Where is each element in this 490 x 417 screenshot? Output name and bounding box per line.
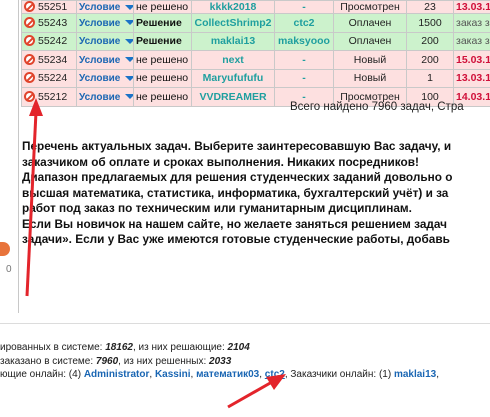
intro-line: работ под заказ по техническим или гуман…	[22, 201, 412, 215]
stats-registered: ированных в системе: 18162, из них решаю…	[0, 342, 250, 353]
client-link[interactable]: kkkk2018	[191, 0, 275, 14]
intro-line: Если Вы новичок на нашем сайте, но желае…	[22, 216, 448, 231]
task-id-label: 55251	[38, 1, 68, 13]
tasks-table: 55251 Условие не решено kkkk2018- Просмотрен…	[21, 0, 490, 107]
task-date: заказ зак	[453, 31, 490, 51]
intro-text: Перечень актуальных задач. Выберите заин…	[22, 139, 490, 248]
task-price: 1500	[406, 13, 454, 33]
task-status: Решение	[133, 13, 192, 33]
intro-line: Перечень актуальных задач. Выберите заин…	[22, 139, 452, 153]
task-status: не решено	[133, 0, 192, 14]
condition-link[interactable]: Условие	[76, 0, 134, 14]
delete-icon[interactable]	[24, 1, 35, 12]
task-status: Решение	[133, 31, 192, 51]
intro-line: Диапазон предлагаемых для решения студен…	[22, 170, 453, 184]
condition-label[interactable]: Условие	[79, 55, 120, 66]
solver-link[interactable]: -	[274, 0, 334, 14]
task-id-label: 55224	[38, 72, 68, 85]
task-state: Новый	[333, 68, 407, 88]
task-id: 55212	[21, 87, 77, 107]
delete-icon[interactable]	[24, 53, 35, 65]
condition-label[interactable]: Условие	[79, 36, 120, 47]
condition-link[interactable]: Условие	[76, 13, 134, 33]
task-id: 55242	[21, 31, 77, 51]
task-row[interactable]: 55243 Условие Решение CollectShrimp2 ctc2 Опл…	[21, 13, 490, 33]
side-widget-icon[interactable]	[0, 242, 10, 256]
task-id: 55243	[21, 13, 77, 33]
solver-link[interactable]: maksyooo	[274, 31, 334, 51]
online-customer-link[interactable]: maklai13	[394, 369, 436, 380]
task-date: 15.03.17	[453, 50, 490, 70]
intro-line: высшая математика, статистика, информати…	[22, 185, 449, 200]
stats-ordered: заказано в системе: 7960, из них решенны…	[0, 355, 232, 367]
stats-online: ющие онлайн: (4) Administrator, Kassini,…	[0, 369, 439, 380]
chevron-down-icon[interactable]	[125, 38, 133, 44]
chevron-down-icon[interactable]	[125, 94, 133, 100]
delete-icon[interactable]	[24, 16, 35, 28]
solver-link[interactable]: -	[274, 68, 334, 88]
chevron-down-icon[interactable]	[125, 4, 133, 10]
task-status: не решено	[133, 50, 192, 70]
divider	[0, 323, 490, 324]
online-solver-link[interactable]: математик03	[196, 369, 259, 380]
online-solver-link[interactable]: ctc2	[265, 369, 285, 380]
side-counter: 0	[6, 264, 12, 275]
task-state: Оплачен	[333, 31, 407, 51]
task-row[interactable]: 55224 Условие не решено Maryufufufu - Новый 1 1…	[21, 68, 490, 88]
task-id-label: 55212	[38, 90, 68, 103]
chevron-down-icon[interactable]	[125, 75, 133, 81]
task-status: не решено	[133, 87, 192, 107]
task-price: 200	[406, 31, 454, 51]
solver-link[interactable]: -	[274, 50, 334, 70]
task-state: Оплачен	[333, 13, 407, 33]
task-row[interactable]: 55242 Условие Решение maklai13 maksyooo Оплач…	[21, 31, 490, 51]
delete-icon[interactable]	[24, 72, 35, 84]
task-price: 23	[406, 0, 454, 14]
condition-label[interactable]: Условие	[79, 92, 120, 103]
task-status: не решено	[133, 68, 192, 88]
condition-link[interactable]: Условие	[76, 68, 134, 88]
task-id: 55251	[21, 0, 77, 14]
condition-label[interactable]: Условие	[79, 73, 120, 84]
client-link[interactable]: next	[191, 50, 275, 70]
task-price: 1	[406, 68, 454, 88]
task-id: 55234	[21, 50, 77, 70]
task-row[interactable]: 55251 Условие не решено kkkk2018- Просмотрен…	[21, 0, 490, 14]
online-solver-link[interactable]: Administrator	[84, 369, 150, 380]
task-state: Новый	[333, 50, 407, 70]
condition-label[interactable]: Условие	[79, 2, 120, 13]
site-stats: ированных в системе: 18162, из них решаю…	[0, 341, 439, 382]
task-date: заказ зак	[453, 13, 490, 33]
condition-label[interactable]: Условие	[79, 18, 120, 29]
delete-icon[interactable]	[24, 35, 35, 47]
task-id-label: 55234	[38, 53, 68, 66]
solver-link[interactable]: ctc2	[274, 13, 334, 33]
chevron-down-icon[interactable]	[125, 57, 133, 63]
total-found-text: Всего найдено 7960 задач, Стра	[290, 101, 464, 113]
delete-icon[interactable]	[24, 90, 35, 102]
online-solver-link[interactable]: Kassini	[155, 369, 191, 380]
chevron-down-icon[interactable]	[125, 20, 133, 26]
client-link[interactable]: VVDREAMER	[191, 87, 275, 107]
task-price: 200	[406, 50, 454, 70]
intro-line: заказчиком об оплате и сроках выполнения…	[22, 154, 419, 169]
condition-link[interactable]: Условие	[76, 50, 134, 70]
condition-link[interactable]: Условие	[76, 87, 134, 107]
condition-link[interactable]: Условие	[76, 31, 134, 51]
client-link[interactable]: maklai13	[191, 31, 275, 51]
task-date: 13.03.17	[453, 68, 490, 88]
task-state: Просмотрен	[333, 0, 407, 14]
task-date: 13.03.17	[453, 0, 490, 14]
task-id-label: 55242	[38, 35, 68, 48]
task-row[interactable]: 55234 Условие не решено next - Новый 200 15.03.…	[21, 50, 490, 70]
task-id-label: 55243	[38, 16, 68, 29]
client-link[interactable]: CollectShrimp2	[191, 13, 275, 33]
client-link[interactable]: Maryufufufu	[191, 68, 275, 88]
intro-line: задачи». Если у Вас уже имеются готовые …	[22, 232, 450, 246]
task-id: 55224	[21, 68, 77, 88]
